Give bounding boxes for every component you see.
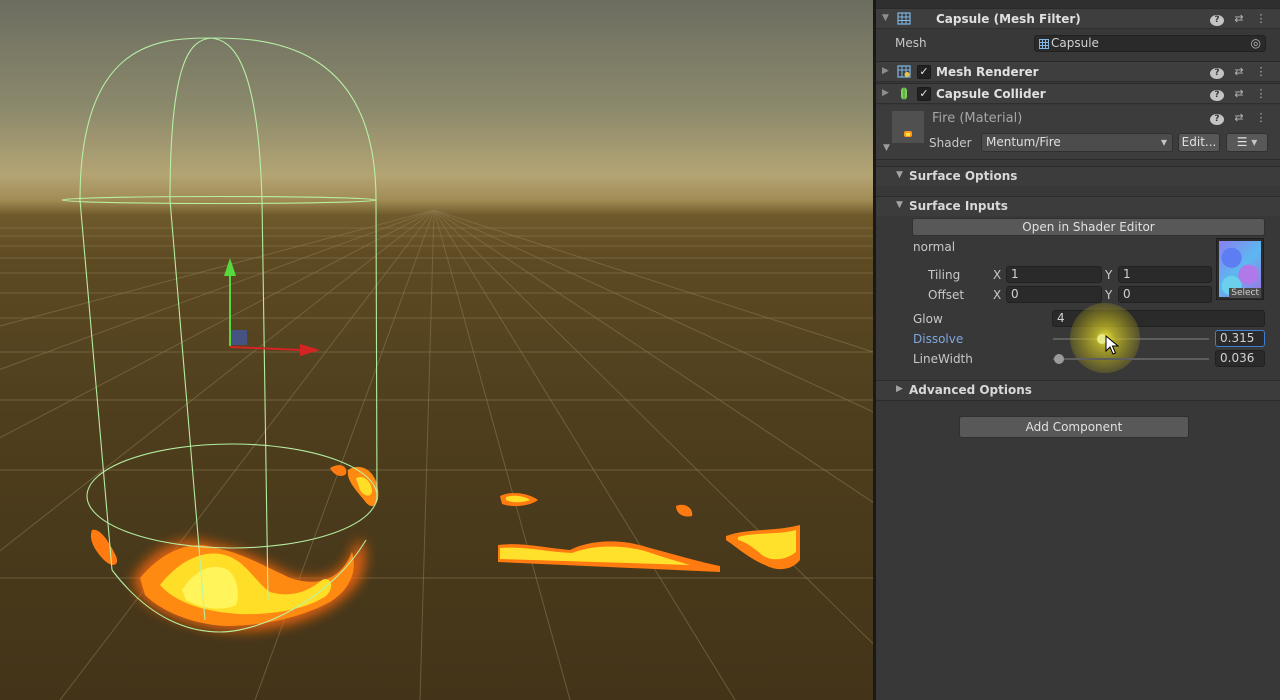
mesh-value: Capsule xyxy=(1051,36,1099,50)
gizmo-y-arrow xyxy=(224,258,236,276)
glow-label: Glow xyxy=(913,312,943,326)
shader-dropdown[interactable]: Mentum/Fire ▾ xyxy=(981,133,1173,152)
normal-texture-slot[interactable]: Select xyxy=(1216,238,1264,300)
fold-expanded-icon[interactable]: ▼ xyxy=(883,143,890,153)
more-options-icon[interactable]: ⋮ xyxy=(1254,87,1268,101)
linewidth-slider-track[interactable] xyxy=(1053,358,1209,360)
more-options-icon[interactable]: ⋮ xyxy=(1254,12,1268,26)
fold-collapsed-icon: ▶ xyxy=(896,384,903,394)
presets-icon[interactable]: ⇄ xyxy=(1232,111,1246,125)
offset-label: Offset xyxy=(928,288,965,302)
mesh-asset-icon xyxy=(1039,39,1049,49)
mesh-renderer-enabled-checkbox[interactable]: ✓ xyxy=(917,65,931,79)
material-header[interactable]: ▼ Fire (Material) Shader Mentum/Fire ▾ E… xyxy=(876,105,1280,160)
chevron-down-icon: ▾ xyxy=(1160,135,1167,149)
surface-options-foldout[interactable]: ▼ Surface Options xyxy=(876,166,1280,186)
capsule-collider-icon xyxy=(901,87,907,100)
shader-value: Mentum/Fire xyxy=(986,135,1061,149)
open-shader-editor-button[interactable]: Open in Shader Editor xyxy=(912,218,1265,236)
mesh-renderer-header[interactable]: ▶ ✓ Mesh Renderer ? ⇄ ⋮ xyxy=(876,61,1280,82)
fold-collapsed-icon[interactable]: ▶ xyxy=(882,66,889,76)
surface-options-title: Surface Options xyxy=(909,169,1018,183)
edit-shader-button[interactable]: Edit... xyxy=(1178,133,1220,152)
surface-inputs-foldout[interactable]: ▼ Surface Inputs xyxy=(876,196,1280,216)
offset-x-field[interactable]: 0 xyxy=(1006,286,1102,303)
fold-collapsed-icon[interactable]: ▶ xyxy=(882,88,889,98)
fire-effect-ground xyxy=(498,493,800,572)
texture-select-button[interactable]: Select xyxy=(1229,288,1261,298)
gizmo-x-axis xyxy=(229,346,303,351)
help-icon[interactable]: ? xyxy=(1210,111,1224,125)
gizmo-x-arrow xyxy=(300,344,320,356)
linewidth-field[interactable]: 0.036 xyxy=(1215,350,1265,367)
presets-icon[interactable]: ⇄ xyxy=(1232,12,1246,26)
tiling-y-field[interactable]: 1 xyxy=(1118,266,1212,283)
material-name: Fire (Material) xyxy=(932,111,1023,126)
mesh-renderer-icon xyxy=(897,65,911,78)
list-icon: ☰ xyxy=(1236,135,1248,149)
section-divider xyxy=(876,400,1280,401)
object-picker-icon[interactable]: ◎ xyxy=(1251,36,1261,51)
surface-inputs-title: Surface Inputs xyxy=(909,199,1008,213)
gizmo-plane-handle xyxy=(231,330,247,345)
presets-icon[interactable]: ⇄ xyxy=(1232,87,1246,101)
offset-x-label: X xyxy=(993,288,1002,302)
mesh-label: Mesh xyxy=(895,36,927,50)
tiling-x-field[interactable]: 1 xyxy=(1006,266,1102,283)
offset-y-field[interactable]: 0 xyxy=(1118,286,1212,303)
tiling-y-label: Y xyxy=(1105,268,1113,282)
scene-view[interactable] xyxy=(0,0,875,700)
material-menu-button[interactable]: ☰ ▾ xyxy=(1226,133,1268,152)
material-preview-thumbnail[interactable] xyxy=(892,111,924,143)
mesh-filter-icon xyxy=(897,12,911,25)
fold-expanded-icon: ▼ xyxy=(896,170,903,180)
mesh-filter-title: Capsule (Mesh Filter) xyxy=(936,12,1081,26)
help-icon[interactable]: ? xyxy=(1210,65,1224,79)
advanced-options-title: Advanced Options xyxy=(909,383,1032,397)
inspector-top-edge xyxy=(876,0,1280,8)
ground-grid xyxy=(0,209,875,700)
capsule-collider-gizmo xyxy=(61,37,378,633)
dissolve-label: Dissolve xyxy=(913,332,964,346)
help-icon[interactable]: ? xyxy=(1210,12,1224,26)
more-options-icon[interactable]: ⋮ xyxy=(1254,65,1268,79)
capsule-collider-enabled-checkbox[interactable]: ✓ xyxy=(917,87,931,101)
tiling-label: Tiling xyxy=(928,268,961,282)
linewidth-label: LineWidth xyxy=(913,352,973,366)
add-component-button[interactable]: Add Component xyxy=(959,416,1189,438)
tiling-x-label: X xyxy=(993,268,1002,282)
fold-expanded-icon[interactable]: ▼ xyxy=(882,13,889,23)
help-icon[interactable]: ? xyxy=(1210,87,1224,101)
mouse-cursor-icon xyxy=(1105,335,1119,355)
capsule-collider-header[interactable]: ▶ ✓ Capsule Collider ? ⇄ ⋮ xyxy=(876,83,1280,104)
offset-y-label: Y xyxy=(1105,288,1113,302)
inspector-panel: ▼ Capsule (Mesh Filter) ? ⇄ ⋮ Mesh Capsu… xyxy=(876,0,1280,700)
shader-label: Shader xyxy=(929,136,972,150)
capsule-collider-title: Capsule Collider xyxy=(936,87,1046,101)
presets-icon[interactable]: ⇄ xyxy=(1232,65,1246,79)
mesh-renderer-title: Mesh Renderer xyxy=(936,65,1039,79)
linewidth-slider-handle[interactable] xyxy=(1053,354,1064,364)
fold-expanded-icon: ▼ xyxy=(896,200,903,210)
more-options-icon[interactable]: ⋮ xyxy=(1254,111,1268,125)
normal-texture-label: normal xyxy=(913,240,956,254)
mesh-filter-header[interactable]: ▼ Capsule (Mesh Filter) ? ⇄ ⋮ xyxy=(876,8,1280,29)
chevron-down-icon: ▾ xyxy=(1251,135,1258,149)
dissolve-field[interactable]: 0.315 xyxy=(1215,330,1265,347)
advanced-options-foldout[interactable]: ▶ Advanced Options xyxy=(876,380,1280,400)
mesh-object-field[interactable]: Capsule ◎ xyxy=(1034,35,1266,52)
scene-canvas[interactable] xyxy=(0,0,875,700)
